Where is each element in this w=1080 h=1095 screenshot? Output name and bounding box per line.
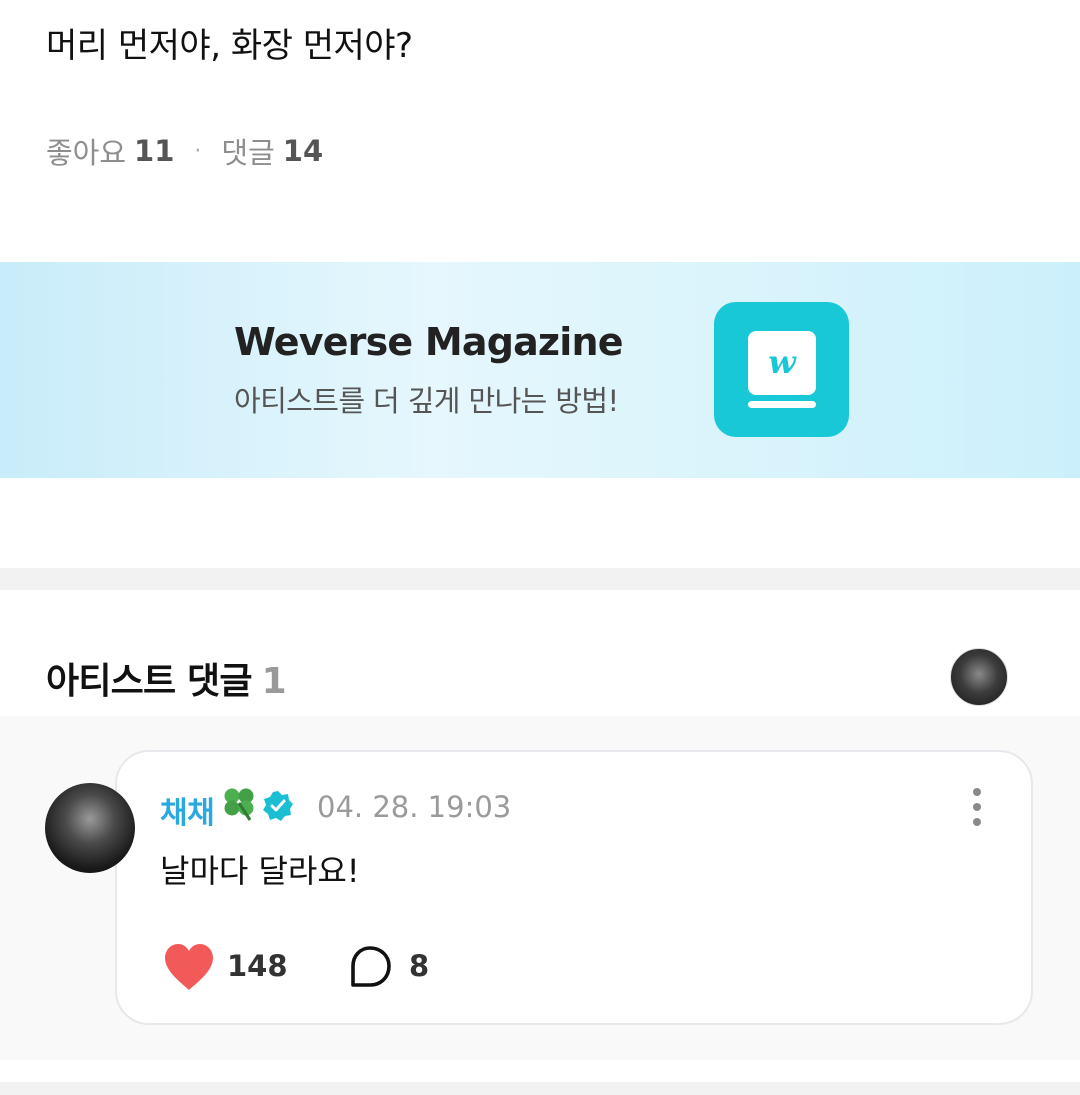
- weverse-magazine-banner[interactable]: Weverse Magazine 아티스트를 더 깊게 만나는 방법! w: [0, 262, 1080, 478]
- weverse-book-icon: w: [714, 302, 849, 437]
- reply-bubble-icon[interactable]: [347, 944, 393, 990]
- like-count: 148: [227, 949, 288, 983]
- artist-comments-count: 1: [261, 661, 287, 702]
- four-leaf-clover-icon: [224, 788, 254, 821]
- reply-count: 8: [409, 949, 430, 983]
- post-title: 머리 먼저야, 화장 먼저야?: [46, 26, 413, 66]
- likes-count[interactable]: 11: [134, 134, 174, 168]
- banner-title: Weverse Magazine: [234, 320, 624, 364]
- comment-author-avatar[interactable]: [45, 783, 135, 873]
- comment-author[interactable]: 채채: [160, 788, 215, 832]
- banner-subtitle: 아티스트를 더 깊게 만나는 방법!: [234, 384, 619, 418]
- comment-text: 날마다 달라요!: [160, 852, 360, 890]
- stats-separator: ·: [194, 138, 202, 164]
- artist-comments-title: 아티스트 댓글: [46, 661, 252, 702]
- more-options-icon[interactable]: [970, 788, 984, 826]
- section-divider: [0, 568, 1080, 590]
- likes-label[interactable]: 좋아요: [46, 130, 126, 172]
- section-divider-bottom: [0, 1082, 1080, 1095]
- comments-count[interactable]: 14: [283, 134, 323, 168]
- post-stats: 좋아요 11 · 댓글 14: [46, 130, 323, 172]
- artist-comments-heading: 아티스트 댓글 1: [46, 652, 287, 704]
- verified-badge-icon: [263, 791, 293, 821]
- artist-comment-card[interactable]: 채채 04. 28. 19:03 날마다 달라요! 148 8: [115, 750, 1033, 1025]
- artist-avatar-small[interactable]: [950, 648, 1008, 706]
- heart-icon[interactable]: [162, 942, 216, 992]
- comment-date: 04. 28. 19:03: [317, 790, 512, 824]
- comments-label[interactable]: 댓글: [221, 130, 274, 172]
- svg-text:w: w: [768, 343, 797, 381]
